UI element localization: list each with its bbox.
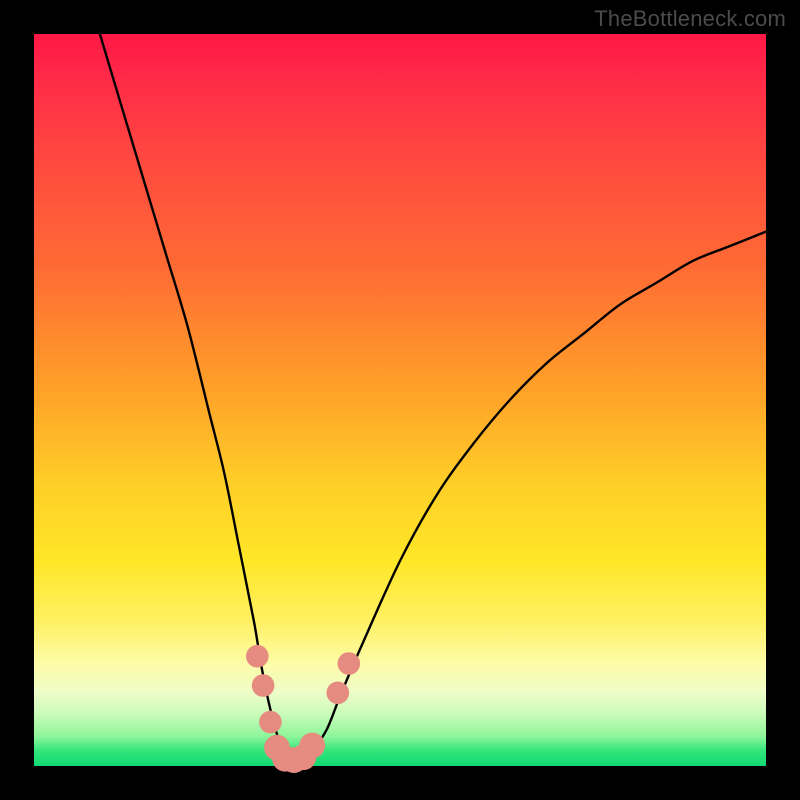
curve-marker [246, 645, 269, 668]
curve-marker [252, 674, 275, 697]
curve-marker [259, 711, 282, 734]
bottleneck-curve-svg [34, 34, 766, 766]
curve-marker [338, 652, 361, 675]
plot-area [34, 34, 766, 766]
chart-frame: TheBottleneck.com [0, 0, 800, 800]
curve-marker [327, 682, 350, 705]
curve-marker [299, 733, 325, 759]
bottleneck-curve [100, 34, 766, 759]
curve-markers [246, 645, 360, 773]
watermark-text: TheBottleneck.com [594, 6, 786, 32]
